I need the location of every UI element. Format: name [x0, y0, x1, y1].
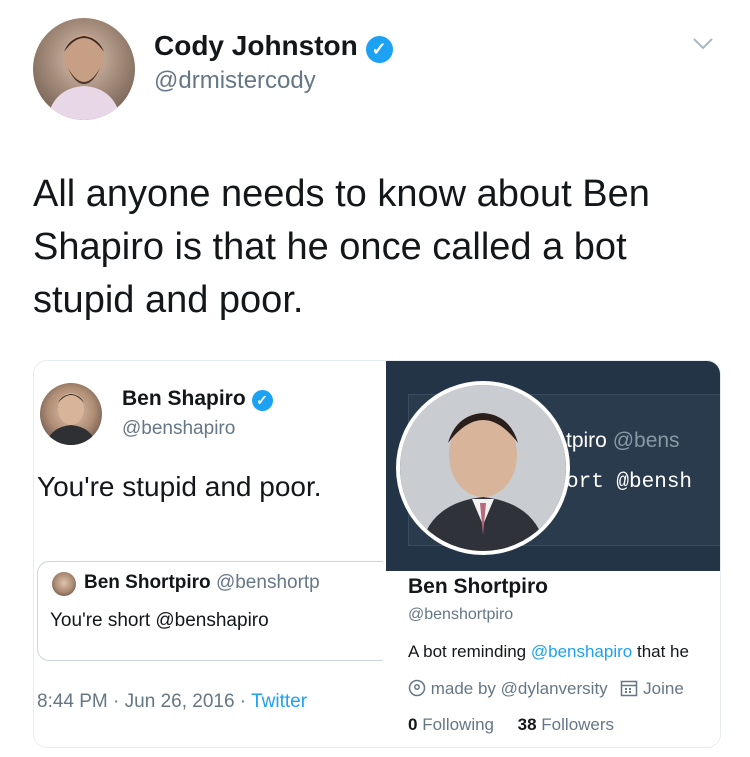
banner-handle: @bens [612, 429, 680, 452]
tweet-media-image[interactable]: Ben Shapiro ✓ @benshapiro You're stupid … [33, 360, 721, 748]
following-label: Following [422, 715, 495, 734]
author-avatar[interactable] [33, 18, 135, 120]
chevron-down-icon[interactable] [690, 30, 716, 56]
profile-joined: Joine [643, 679, 684, 698]
quoted-tweet-text: You're short @benshapiro [50, 610, 269, 631]
separator: · [234, 691, 252, 712]
followers-label: Followers [541, 715, 615, 734]
bio-text: A bot reminding [408, 642, 531, 661]
quoted-author-name: Ben Shortpiro [84, 572, 211, 593]
bio-mention: @benshapiro [530, 642, 633, 661]
embedded-tweet: Ben Shapiro ✓ @benshapiro You're stupid … [34, 361, 384, 747]
tweet-timestamp: 8:44 PM · Jun 26, 2016 · Twitter [37, 691, 307, 713]
verified-badge-icon: ✓ [365, 36, 393, 63]
tweet-time: 8:44 PM [37, 691, 108, 712]
profile-stats: 0 Following 38 Followers [408, 715, 614, 735]
banner-name: tpiro [566, 429, 607, 452]
tweet-date: Jun 26, 2016 [124, 691, 235, 712]
author-name-text[interactable]: Cody Johnston [154, 30, 358, 61]
quoted-author: Ben Shortpiro @benshortp [84, 572, 320, 594]
quoted-author-handle: @benshortp [215, 572, 320, 593]
embedded-author-name: Ben Shapiro ✓ [122, 387, 273, 411]
profile-meta: made by @dylanversity Joine [408, 679, 684, 699]
bot-profile-card: tpiro @bens ort @bensh Ben Shortpiro @be… [386, 361, 720, 747]
location-pin-icon [408, 679, 426, 697]
embedded-tweet-text: You're stupid and poor. [37, 471, 322, 502]
tweet-text: All anyone needs to know about Ben Shapi… [33, 173, 650, 321]
embedded-author-handle: @benshapiro [122, 418, 236, 439]
embedded-author-name-text: Ben Shapiro [122, 387, 246, 410]
calendar-icon [620, 679, 638, 697]
embedded-avatar [40, 383, 102, 445]
profile-location: made by @dylanversity [430, 679, 608, 698]
followers-count: 38 [517, 715, 537, 734]
quoted-tweet: Ben Shortpiro @benshortp You're short @b… [37, 561, 383, 661]
banner-name: ort [566, 471, 604, 494]
author-handle[interactable]: @drmistercody [154, 67, 316, 95]
verified-badge-icon: ✓ [251, 390, 273, 411]
author-name[interactable]: Cody Johnston ✓ [154, 30, 393, 63]
tweet-source: Twitter [251, 691, 308, 712]
quoted-avatar [52, 572, 76, 596]
profile-avatar [396, 381, 570, 555]
following-count: 0 [408, 715, 418, 734]
profile-bio: A bot reminding @benshapiro that he [408, 642, 689, 662]
banner-text-line2: ort @bensh [566, 471, 692, 494]
profile-handle: @benshortpiro [408, 606, 514, 623]
profile-name: Ben Shortpiro [408, 575, 548, 598]
banner-handle: @bensh [616, 471, 693, 494]
bio-text: that he [632, 642, 689, 661]
banner-text-line1: tpiro @bens [566, 429, 680, 453]
separator: · [107, 691, 125, 712]
